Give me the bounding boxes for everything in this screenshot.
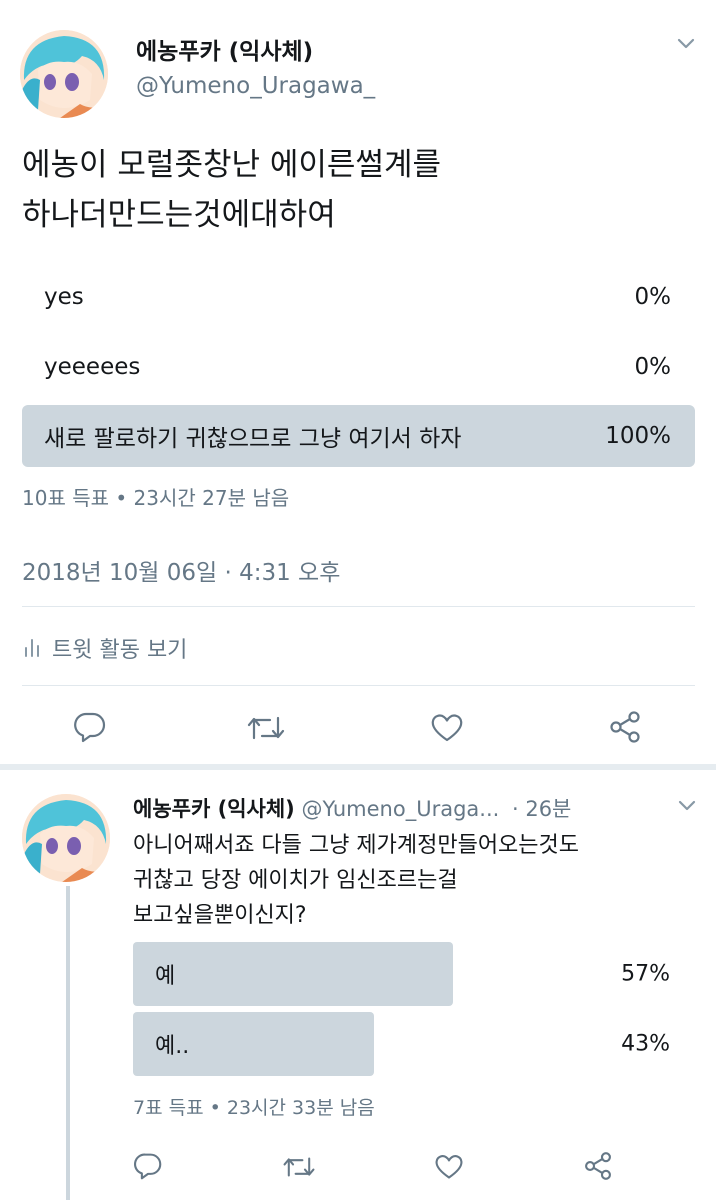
poll-option-percent: 43% (621, 1031, 670, 1057)
divider (22, 606, 695, 607)
tweet-text-line: 보고싶을뿐이신지? (133, 903, 307, 928)
tweet-text-line: 귀찮고 당장 에이치가 임신조르는걸 (133, 868, 458, 893)
like-icon[interactable] (434, 1153, 464, 1181)
poll-meta: 7표 득표 • 23시간 33분 남음 (133, 1097, 375, 1119)
retweet-icon[interactable] (246, 712, 286, 744)
like-icon[interactable] (430, 712, 464, 744)
section-separator (0, 764, 716, 770)
share-icon[interactable] (583, 1151, 613, 1181)
poll-option-winner: 새로 팔로하기 귀찮으므로 그냥 여기서 하자 100% (22, 405, 695, 467)
avatar[interactable] (20, 30, 108, 118)
poll-option: 예 57% (133, 942, 670, 1006)
poll-option-label: 새로 팔로하기 귀찮으므로 그냥 여기서 하자 (44, 426, 462, 452)
tweet-text-line: 하나더만드는것에대하여 (22, 197, 336, 233)
poll-option-percent: 57% (621, 961, 670, 987)
tweet-text-line: 에농이 모럴좃창난 에이른썰계를 (22, 147, 441, 183)
reply-icon[interactable] (133, 1152, 163, 1180)
reply-icon[interactable] (73, 711, 107, 743)
poll-option-label: yes (44, 284, 84, 310)
display-name[interactable]: 에농푸카 (익사체) (136, 32, 313, 66)
reply-header: 에농푸카 (익사체) @Yumeno_Uraga... · 26분 (133, 793, 571, 823)
tweet-text: 아니어째서죠 다들 그냥 제가계정만들어오는것도 귀찮고 당장 에이치가 임신조… (133, 828, 579, 933)
tweet-activity-label: 트윗 활동 보기 (52, 638, 188, 663)
poll-option: yeeeees 0% (22, 336, 695, 398)
tweet-text: 에농이 모럴좃창난 에이른썰계를 하나더만드는것에대하여 (22, 140, 441, 240)
thread-line (66, 886, 70, 1200)
divider (22, 685, 695, 686)
poll-option-label: yeeeees (44, 354, 141, 380)
bar-chart-icon (22, 636, 44, 660)
handle[interactable]: @Yumeno_Uraga... (301, 797, 499, 821)
poll-option-percent: 0% (634, 354, 672, 380)
poll-option-label: 예 (155, 964, 176, 989)
poll-option-label: 예.. (155, 1034, 190, 1059)
share-icon[interactable] (608, 710, 642, 744)
poll-option-percent: 0% (634, 284, 672, 310)
poll-fill (133, 942, 453, 1006)
avatar[interactable] (22, 794, 110, 882)
tweet-time[interactable]: · 26분 (512, 797, 571, 821)
retweet-icon[interactable] (282, 1153, 316, 1181)
poll-option: 예.. 43% (133, 1012, 670, 1076)
tweet-activity-link[interactable]: 트윗 활동 보기 (22, 632, 187, 664)
poll-option-percent: 100% (605, 423, 671, 449)
tweet-text-line: 아니어째서죠 다들 그냥 제가계정만들어오는것도 (133, 833, 580, 858)
timestamp[interactable]: 2018년 10월 06일 · 4:31 오후 (22, 553, 340, 587)
chevron-down-icon[interactable] (674, 36, 698, 52)
poll-option: yes 0% (22, 266, 695, 328)
poll-meta: 10표 득표 • 23시간 27분 남음 (22, 486, 290, 510)
chevron-down-icon[interactable] (675, 798, 699, 814)
display-name[interactable]: 에농푸카 (익사체) (133, 797, 295, 821)
handle[interactable]: @Yumeno_Uragawa_ (136, 73, 375, 99)
